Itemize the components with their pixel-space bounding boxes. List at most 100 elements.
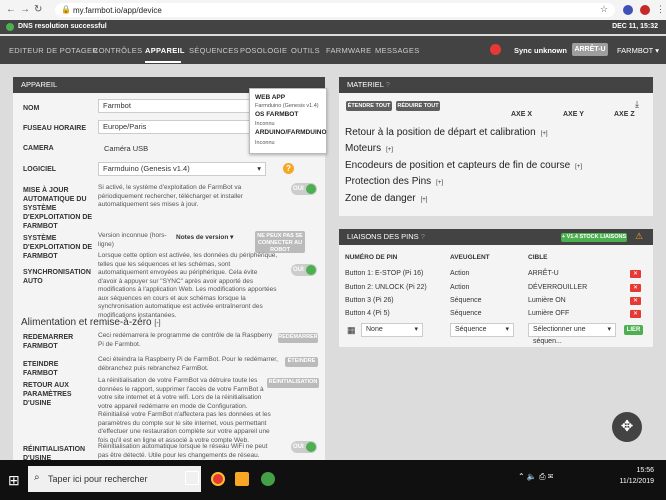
hw-section-danger-zone-label: Zone de danger — [345, 193, 416, 204]
auto-factory-reset-desc: Réinitialisation automatique lorsque le … — [98, 443, 268, 459]
taskbar-date: 11/12/2019 — [619, 478, 654, 485]
pin-number-header: NUMÉRO DE PIN — [345, 254, 398, 261]
estop-button[interactable]: ARRÊT-U — [572, 43, 608, 56]
autosync-toggle[interactable]: OUI — [291, 264, 317, 276]
axis-y-header: AXE Y — [563, 111, 584, 118]
pin-select-value: None — [366, 326, 383, 333]
taskbar-search[interactable]: ⌕ Taper ici pour rechercher — [28, 466, 201, 492]
pin-row-4-target: Lumière OFF — [528, 310, 570, 317]
auto-update-label: MISE À JOUR AUTOMATIQUE DU SYSTÈME D'EXP… — [23, 187, 93, 230]
camera-label: CAMERA — [23, 145, 54, 152]
axis-x-header: AXE X — [511, 111, 533, 118]
hw-section-pin-guard[interactable]: Protection des Pins [+] — [345, 176, 443, 187]
binding-type-select[interactable]: Séquence ▾ — [450, 323, 514, 337]
windows-start-icon[interactable]: ⊞ — [8, 472, 20, 489]
restart-desc: Ceci redémarrera le programme de contrôl… — [98, 332, 273, 348]
move-fab-button[interactable]: ✥ — [612, 412, 642, 442]
tab-farmware[interactable]: FARMWARE — [326, 46, 371, 55]
collapse-icon[interactable]: [-] — [154, 320, 160, 327]
profile-icon[interactable] — [640, 5, 650, 15]
factory-reset-button[interactable]: RÉINITIALISATION — [267, 378, 319, 388]
address-bar[interactable]: 🔒 my.farmbot.io/app/device — [55, 3, 615, 17]
lock-icon: 🔒 — [61, 5, 71, 14]
file-explorer-icon[interactable] — [235, 472, 249, 486]
app-taskbar-icon[interactable] — [261, 472, 275, 486]
menu-icon[interactable]: ⋮ — [656, 4, 665, 15]
tab-controls[interactable]: CONTRÔLES — [93, 46, 142, 55]
hw-section-danger-zone[interactable]: Zone de danger [+] — [345, 193, 427, 204]
collapse-all-button[interactable]: RÉDUIRE TOUT — [396, 101, 440, 111]
reload-icon[interactable]: ↻ — [34, 4, 42, 15]
chrome-taskbar-icon[interactable] — [211, 472, 225, 486]
toggle-on-label: OUI — [293, 444, 304, 450]
help-icon[interactable]: ? — [421, 232, 425, 241]
delete-icon[interactable]: ✕ — [630, 297, 641, 305]
timezone-select[interactable]: Europe/Paris — [98, 120, 266, 134]
axis-z-header: AXE Z — [614, 111, 635, 118]
shutdown-button[interactable]: ÉTEINDRE — [285, 357, 318, 367]
task-view-icon[interactable] — [185, 471, 199, 485]
popup-firmware-heading: ARDUINO/FARMDUINO — [255, 129, 327, 136]
restart-button[interactable]: REDÉMARRER — [278, 333, 318, 343]
tab-sequences[interactable]: SÉQUENCES — [189, 46, 239, 55]
delete-icon[interactable]: ✕ — [630, 310, 641, 318]
star-icon[interactable]: ☆ — [600, 4, 608, 15]
extension-icon[interactable] — [623, 5, 633, 15]
delete-icon[interactable]: ✕ — [630, 284, 641, 292]
back-icon[interactable]: ← — [6, 4, 16, 15]
expand-all-button[interactable]: ÉTENDRE TOUT — [346, 101, 392, 111]
pin-row-3-target: Lumière ON — [528, 297, 566, 304]
sync-status-text[interactable]: Sync unknown — [514, 46, 567, 55]
taskbar-clock[interactable]: 15:56 11/12/2019 — [619, 465, 654, 487]
tab-messages[interactable]: MESSAGES — [375, 46, 420, 55]
account-menu[interactable]: FARMBOT ▾ — [617, 46, 659, 55]
expand-icon: [+] — [420, 197, 428, 203]
taskbar-time: 15:56 — [636, 467, 654, 474]
hw-section-homing[interactable]: Retour à la position de départ et calibr… — [345, 127, 548, 138]
target-select-value: Sélectionner une séquen... — [533, 326, 586, 345]
bind-button[interactable]: LIER — [624, 325, 643, 335]
hw-section-encoders-label: Encodeurs de position et capteurs de fin… — [345, 160, 571, 171]
os-update-button[interactable]: NE PEUX PAS SE CONNECTER AU ROBOT — [255, 231, 305, 253]
system-tray-icons[interactable]: ⌃ 🔈 ⎙ ✉ — [518, 472, 553, 482]
auto-factory-reset-toggle[interactable]: OUI — [291, 441, 317, 453]
pin-bindings-title: LIAISONS DES PINS — [347, 232, 419, 241]
warning-icon[interactable]: ? — [283, 163, 294, 174]
account-label: FARMBOT — [617, 46, 654, 55]
release-notes-link[interactable]: Notes de version ▾ — [176, 233, 233, 241]
name-input[interactable]: Farmbot — [98, 99, 266, 113]
tab-garden-editor[interactable]: EDITEUR DE POTAGER — [9, 46, 98, 55]
toggle-knob — [306, 265, 316, 275]
pin-select[interactable]: None ▾ — [361, 323, 423, 337]
hw-section-motors[interactable]: Moteurs [+] — [345, 143, 393, 154]
auto-update-toggle[interactable]: OUI — [291, 183, 317, 195]
hw-section-motors-label: Moteurs — [345, 143, 382, 154]
forward-icon[interactable]: → — [20, 4, 30, 15]
toggle-knob — [306, 184, 316, 194]
hw-section-pin-guard-label: Protection des Pins — [345, 176, 432, 187]
target-select[interactable]: Sélectionner une séquen... ▾ — [528, 323, 616, 345]
browser-toolbar: ← → ↻ 🔒 my.farmbot.io/app/device ☆ ⋮ — [0, 0, 666, 20]
grid-icon[interactable]: ▦ — [347, 325, 356, 336]
firmware-select[interactable]: Farmduino (Genesis v1.4) ▾ — [98, 162, 266, 176]
popup-firmware-value: Inconnu — [255, 140, 275, 146]
firmware-value: Farmduino (Genesis v1.4) — [103, 164, 190, 173]
hardware-title: MATERIEL — [347, 80, 384, 89]
download-icon[interactable]: ⤓ — [635, 99, 639, 110]
chevron-down-icon: ▾ — [505, 326, 509, 333]
camera-value[interactable]: Caméra USB — [104, 144, 148, 153]
chevron-down-icon: ▾ — [414, 326, 418, 333]
delete-icon[interactable]: ✕ — [630, 270, 641, 278]
tab-device[interactable]: APPAREIL — [145, 46, 185, 55]
tab-regimens[interactable]: POSOLOGIE — [240, 46, 287, 55]
stock-bindings-button[interactable]: + V1.4 STOCK LIAISONS — [561, 233, 627, 242]
hw-section-encoders[interactable]: Encodeurs de position et capteurs de fin… — [345, 160, 582, 171]
tab-tools[interactable]: OUTILS — [291, 46, 320, 55]
search-icon: ⌕ — [34, 472, 40, 483]
toggle-on-label: OUI — [293, 186, 304, 192]
chevron-down-icon: ▾ — [257, 164, 261, 173]
help-icon[interactable]: ? — [386, 80, 390, 89]
pin-row-1-pin: Button 1: E-STOP (Pi 16) — [345, 270, 424, 277]
pin-row-2-type: Action — [450, 284, 470, 291]
binding-type-value: Séquence — [455, 326, 487, 333]
